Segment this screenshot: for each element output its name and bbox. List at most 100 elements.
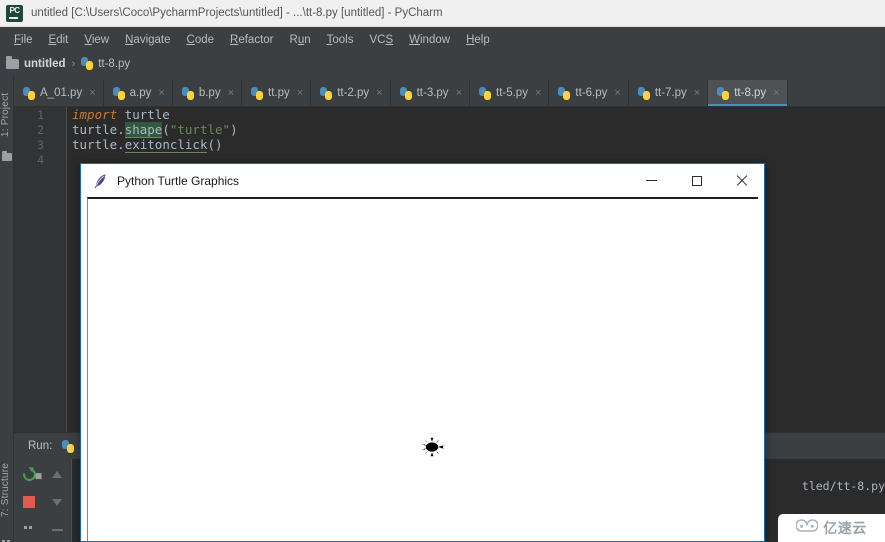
stop-button[interactable] [16, 489, 42, 515]
arrow-up-icon [52, 470, 62, 478]
turtle-window-titlebar[interactable]: Python Turtle Graphics [81, 164, 764, 197]
editor-gutter: 1234 [14, 107, 67, 432]
tab-close-icon[interactable]: × [456, 87, 462, 99]
code-line: turtle.exitonclick() [72, 137, 238, 153]
menu-item-help[interactable]: Help [458, 32, 498, 48]
editor-code-content: import turtle turtle.shape("turtle") turtl… [72, 107, 238, 167]
minimize-icon [646, 180, 657, 181]
run-config-python-icon[interactable] [62, 439, 75, 453]
turtle-cursor-icon [421, 437, 445, 457]
soft-wrap-button[interactable] [16, 517, 42, 542]
scroll-down-button[interactable] [44, 489, 70, 515]
breadcrumb: untitled › tt-8.py [0, 52, 885, 75]
sidebar-item-project[interactable]: 1: Project [0, 85, 14, 145]
editor-tab-label: tt.py [268, 87, 290, 99]
code-token: () [207, 137, 223, 152]
tab-close-icon[interactable]: × [228, 87, 234, 99]
python-file-icon [23, 86, 36, 100]
code-token: turtle. [72, 122, 125, 137]
maximize-icon [691, 175, 702, 186]
editor-tab-tt-8-py[interactable]: tt-8.py × [708, 80, 788, 106]
tab-close-icon[interactable]: × [297, 87, 303, 99]
menu-item-tools[interactable]: Tools [319, 32, 362, 48]
cloud-logo-icon [795, 518, 820, 538]
menu-bar: File Edit View Navigate Code Refactor Ru… [0, 27, 885, 52]
tab-close-icon[interactable]: × [376, 87, 382, 99]
minimize-button[interactable] [629, 164, 674, 197]
code-token: exitonclick [124, 137, 208, 153]
menu-item-vcs[interactable]: VCS [361, 32, 401, 48]
scroll-up-button[interactable] [44, 461, 70, 487]
editor-tab-tt-6-py[interactable]: tt-6.py × [549, 80, 629, 106]
python-file-icon [320, 86, 333, 100]
python-file-icon [251, 86, 264, 100]
code-line: import turtle [72, 107, 238, 122]
tab-close-icon[interactable]: × [773, 87, 779, 99]
editor-tab-tt-2-py[interactable]: tt-2.py × [311, 80, 391, 106]
python-file-icon [717, 86, 730, 100]
menu-item-window[interactable]: Window [401, 32, 458, 48]
project-folder-icon [2, 151, 12, 161]
editor-tab-tt-3-py[interactable]: tt-3.py × [390, 80, 470, 106]
editor-tab-tt-7-py[interactable]: tt-7.py × [628, 80, 709, 106]
editor-tab-label: a.py [129, 87, 152, 99]
menu-item-code[interactable]: Code [179, 32, 223, 48]
editor-tab-bar: A_01.py × a.py × b.py × tt.py × tt-2.py × tt-3.py ×… [14, 80, 885, 107]
menu-item-refactor[interactable]: Refactor [222, 32, 281, 48]
arrow-down-icon [52, 498, 62, 506]
run-panel-toolbar [14, 459, 72, 542]
editor-tab-a-py[interactable]: a.py × [103, 80, 173, 106]
code-token: turtle. [72, 137, 125, 152]
editor-tab-label: A_01.py [40, 87, 83, 99]
maximize-button[interactable] [674, 164, 719, 197]
folder-icon [6, 56, 19, 69]
python-file-icon [81, 57, 94, 70]
python-file-icon [558, 86, 571, 100]
tab-close-icon[interactable]: × [694, 87, 700, 99]
run-panel-label: Run: [28, 440, 53, 452]
rerun-icon [19, 464, 39, 484]
sidebar-item-structure[interactable]: 7: Structure [0, 450, 14, 530]
pycharm-logo-icon: PC [6, 4, 23, 22]
code-token: shape [124, 122, 163, 138]
breadcrumb-project-label: untitled [24, 57, 66, 70]
tab-close-icon[interactable]: × [535, 87, 541, 99]
print-button[interactable] [44, 517, 70, 542]
code-token: turtle [117, 107, 170, 122]
rerun-button[interactable] [16, 461, 42, 487]
left-tool-strip: 1: Project 7: Structure [0, 75, 14, 542]
menu-item-view[interactable]: View [76, 32, 117, 48]
pycharm-logo-bar [9, 16, 18, 19]
python-turtle-graphics-window[interactable]: Python Turtle Graphics [80, 163, 765, 542]
editor-tab-b-py[interactable]: b.py × [172, 80, 243, 106]
turtle-window-title: Python Turtle Graphics [117, 173, 240, 188]
editor-tab-label: tt-8.py [734, 87, 767, 99]
watermark-text: 亿速云 [823, 520, 867, 536]
breadcrumb-file[interactable]: tt-8.py [81, 57, 130, 70]
menu-item-navigate[interactable]: Navigate [117, 32, 178, 48]
title-bar: PC untitled [C:\Users\Coco\PycharmProjec… [0, 0, 885, 27]
menu-item-file[interactable]: File [6, 32, 41, 48]
breadcrumb-project[interactable]: untitled [6, 56, 66, 70]
editor-tab-A_01-py[interactable]: A_01.py × [14, 80, 104, 106]
menu-item-edit[interactable]: Edit [41, 32, 77, 48]
code-token: "turtle" [169, 122, 231, 137]
code-token: ) [230, 122, 238, 137]
watermark: 亿速云 [778, 514, 885, 542]
tab-close-icon[interactable]: × [89, 87, 95, 99]
tab-close-icon[interactable]: × [614, 87, 620, 99]
editor-tab-label: tt-5.py [496, 87, 528, 99]
python-file-icon [399, 86, 413, 100]
quill-feather-icon [93, 173, 108, 189]
window-title: untitled [C:\Users\Coco\PycharmProjects\… [31, 7, 443, 19]
breadcrumb-separator: › [71, 57, 76, 70]
line-number: 4 [37, 153, 44, 167]
editor-tab-tt-5-py[interactable]: tt-5.py × [470, 80, 550, 106]
editor-tab-tt-py[interactable]: tt.py × [242, 80, 312, 106]
menu-item-run[interactable]: Run [282, 32, 319, 48]
tab-close-icon[interactable]: × [158, 87, 164, 99]
editor-tab-label: b.py [198, 87, 221, 99]
line-number: 2 [37, 123, 44, 137]
turtle-canvas[interactable] [87, 197, 758, 541]
close-button[interactable] [719, 164, 764, 197]
